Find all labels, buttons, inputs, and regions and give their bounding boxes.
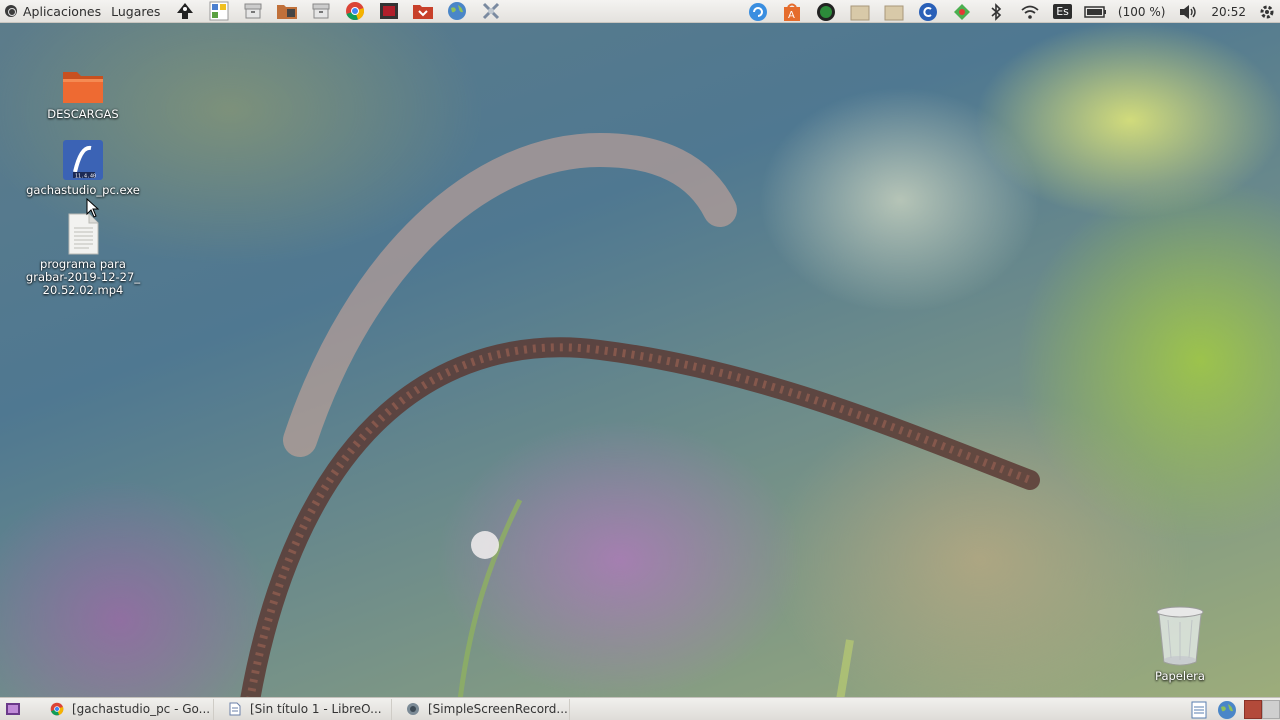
workspace-1[interactable] (1244, 700, 1262, 719)
workspace-switcher[interactable] (1244, 700, 1280, 719)
applications-menu[interactable]: Aplicaciones (0, 0, 106, 23)
red-app-icon[interactable] (377, 1, 401, 21)
wallpaper-grass (240, 132, 1040, 710)
wifi-icon[interactable] (1019, 2, 1041, 22)
panel-launchers (173, 1, 503, 21)
bottom-panel: [gachastudio_pc - Go... [Sin título 1 - … (0, 697, 1280, 720)
taskbar-item-chrome[interactable]: [gachastudio_pc - Go... (44, 698, 214, 720)
globe-icon[interactable] (445, 1, 469, 21)
desktop-icon-descargas[interactable]: DESCARGAS (23, 66, 143, 121)
colorful-app-icon[interactable] (951, 2, 973, 22)
taskbar-item-label: [Sin título 1 - LibreO... (250, 702, 382, 716)
desktop-icon-gachastudio-exe[interactable]: 11.4.40 gachastudio_pc.exe (23, 138, 143, 197)
session-gear-icon[interactable] (1258, 2, 1276, 22)
folder-music-icon[interactable] (275, 1, 299, 21)
show-desktop-icon (6, 703, 20, 715)
places-menu-label: Lugares (111, 3, 161, 19)
video-file-icon (68, 213, 99, 255)
folder-red-icon[interactable] (411, 1, 435, 21)
taskbar-item-libreoffice[interactable]: [Sin título 1 - LibreO... (222, 698, 392, 720)
desktop-icon-video-file[interactable]: programa para grabar-2019-12-27_ 20.52.0… (23, 212, 143, 297)
folder-icon (63, 72, 103, 103)
archive2-icon[interactable] (309, 1, 333, 21)
update-icon[interactable] (747, 2, 769, 22)
archive-icon[interactable] (241, 1, 265, 21)
globe-icon[interactable] (1216, 700, 1238, 720)
recorder-icon (406, 702, 420, 716)
green-circle-app-icon[interactable] (815, 2, 837, 22)
mouse-cursor-icon (86, 198, 100, 218)
chrome-icon[interactable] (343, 1, 367, 21)
workspace-2[interactable] (1262, 700, 1280, 719)
package2-icon[interactable] (883, 2, 905, 22)
system-tray: A Es (100 %) 20:52 (747, 0, 1280, 23)
software-center-icon[interactable]: A (781, 2, 803, 22)
exe-icon: 11.4.40 (63, 140, 103, 180)
applications-menu-label: Aplicaciones (23, 3, 102, 19)
volume-icon[interactable] (1177, 2, 1199, 22)
bottom-panel-right (1188, 698, 1280, 720)
desktop-icon-label: programa para grabar-2019-12-27_ 20.52.0… (25, 257, 141, 297)
desktop-icon-trash[interactable]: Papelera (1120, 604, 1240, 683)
taskbar-item-screenrecorder[interactable]: [SimpleScreenRecord... (400, 698, 570, 720)
taskbar-item-label: [SimpleScreenRecord... (428, 702, 568, 716)
desktop-icon-label: DESCARGAS (47, 107, 119, 121)
debian-swirl-icon[interactable] (917, 2, 939, 22)
battery-icon[interactable] (1084, 2, 1106, 22)
taskbar-item-label: [gachastudio_pc - Go... (72, 702, 211, 716)
notes-icon[interactable] (1188, 700, 1210, 720)
top-panel: Aplicaciones Lugares A Es (100 %) 20:52 (0, 0, 1280, 23)
show-desktop-button[interactable] (0, 698, 26, 720)
chrome-icon (50, 702, 64, 716)
desktop-icon-label: gachastudio_pc.exe (26, 183, 140, 197)
desktop-icon-label: Papelera (1155, 669, 1205, 683)
svg-text:11.4.40: 11.4.40 (75, 174, 96, 180)
clock[interactable]: 20:52 (1211, 5, 1246, 19)
distro-logo-icon (5, 5, 17, 17)
document-icon (228, 702, 242, 716)
tools-icon[interactable] (479, 1, 503, 21)
package-icon[interactable] (849, 2, 871, 22)
trash-icon (1156, 606, 1204, 666)
battery-percent: (100 %) (1117, 4, 1166, 19)
bluetooth-icon[interactable] (985, 2, 1007, 22)
places-menu[interactable]: Lugares (106, 0, 165, 23)
svg-text:A: A (788, 10, 795, 21)
keyboard-layout-indicator[interactable]: Es (1053, 4, 1072, 19)
inkscape-icon[interactable] (173, 1, 197, 21)
settings-icon[interactable] (207, 1, 231, 21)
